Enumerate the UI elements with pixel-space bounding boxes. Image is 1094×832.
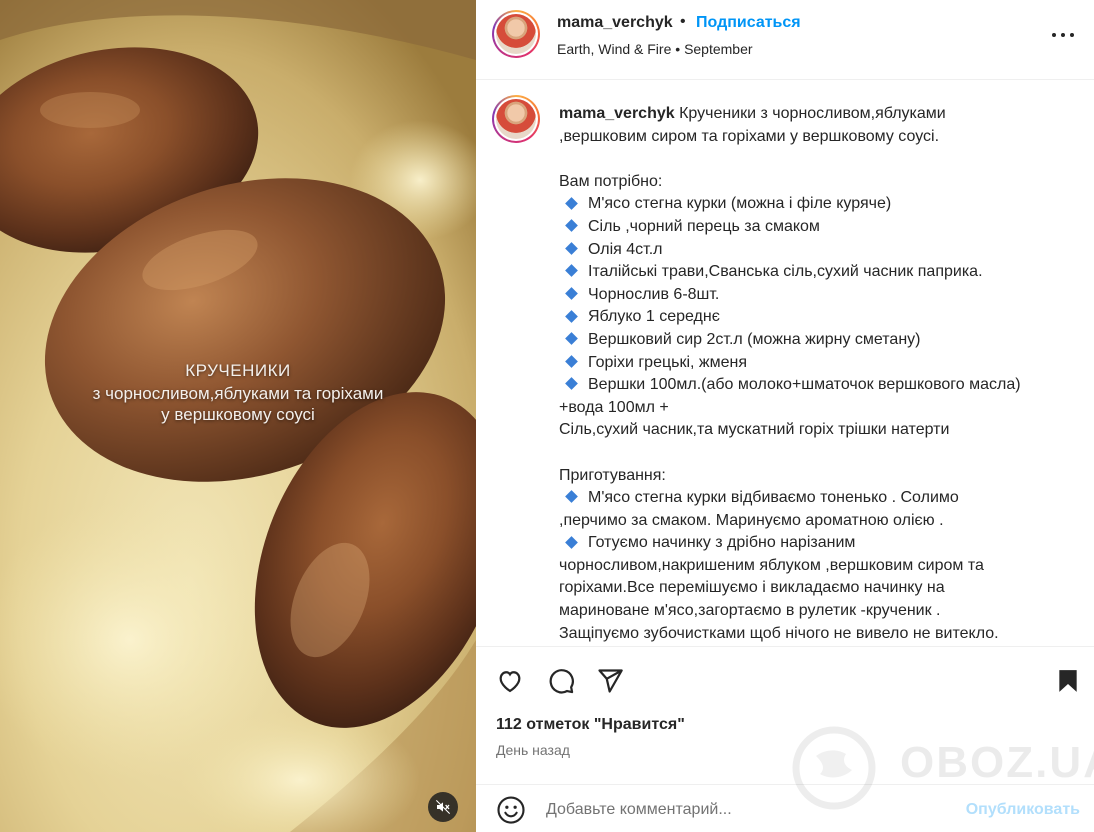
step-2-line-5: Защіпуємо зубочистками щоб нічого не вив… [559, 624, 999, 642]
ingredient-item: Італійські трави,Сванська сіль,сухий час… [559, 261, 1079, 284]
emoji-icon[interactable] [496, 795, 526, 825]
comment-bubble-icon [549, 669, 574, 694]
post-details-panel: mama_verchyk • Подписаться Earth, Wind &… [476, 0, 1094, 832]
paper-plane-icon [598, 669, 623, 693]
like-button[interactable] [494, 665, 526, 697]
blue-diamond-icon [565, 535, 578, 549]
ingredient-item: Яблуко 1 середнє [559, 306, 1079, 329]
ingredient-item: Чорнослив 6-8шт. [559, 284, 1079, 307]
comment-button[interactable] [545, 665, 577, 697]
step-2-line-4: мариноване м'ясо,загортаємо в рулетик -к… [559, 602, 941, 620]
step-2-line-2: чорносливом,накришеним яблуком ,вершкови… [559, 556, 984, 574]
author-username[interactable]: mama_verchyk [557, 14, 673, 32]
blue-diamond-icon [565, 332, 578, 346]
ingredient-item: Вершковий сир 2ст.л (можна жирну сметану… [559, 329, 1079, 352]
caption-title-2: ,вершковим сиром та горіхами у вершковом… [559, 127, 940, 145]
publish-button[interactable]: Опубликовать [966, 801, 1080, 819]
ingredient-item: Сіль ,чорний перець за смаком [559, 216, 1079, 239]
step-2-line-1: Готуємо начинку з дрібно нарізаним [559, 532, 1079, 555]
step-1-line-1: М'ясо стегна курки відбиваємо тоненько .… [559, 487, 1079, 510]
audio-location-line: Earth, Wind & Fire • September [557, 41, 753, 57]
extra-line-2: Сіль,сухий часник,та мускатний горіх трі… [559, 421, 950, 439]
location-link[interactable]: September [684, 41, 752, 57]
post-media[interactable]: КРУЧЕНИКИ з чорносливом,яблуками та горі… [0, 0, 476, 832]
comment-input[interactable] [546, 797, 946, 823]
audio-link[interactable]: Earth, Wind & Fire [557, 41, 671, 57]
post-timestamp[interactable]: День назад [496, 742, 570, 758]
author-avatar[interactable] [492, 10, 540, 58]
caption-area[interactable]: mama_verchyk Крученики з чорносливом,ябл… [476, 81, 1094, 645]
bookmark-filled-icon [1059, 670, 1077, 692]
overlay-subtitle-2: у вершковому соусі [161, 405, 315, 424]
ingredient-item: Вершки 100мл.(або молоко+шматочок вершко… [559, 374, 1079, 397]
overlay-subtitle-1: з чорносливом,яблуками та горіхами [92, 384, 384, 403]
step-2-line-3: горіхами.Все перемішуємо і викладаємо на… [559, 579, 945, 597]
blue-diamond-icon [565, 196, 578, 210]
extra-line-1: +вода 100мл + [559, 398, 669, 416]
share-button[interactable] [594, 665, 626, 697]
blue-diamond-icon [565, 377, 578, 391]
blue-diamond-icon [565, 219, 578, 233]
follow-button[interactable]: Подписаться [696, 14, 801, 32]
ingredient-item: М'ясо стегна курки (можна і філе куряче) [559, 193, 1079, 216]
blue-diamond-icon [565, 490, 578, 504]
heart-icon [499, 671, 521, 693]
action-bar [476, 646, 1094, 708]
likes-count[interactable]: 112 отметок "Нравится" [496, 716, 685, 734]
separator-dot: • [675, 41, 681, 57]
more-options-icon[interactable] [1052, 24, 1074, 46]
post-header: mama_verchyk • Подписаться Earth, Wind &… [476, 0, 1094, 80]
step-1-line-2: ,перчимо за смаком. Маринуємо ароматною … [559, 511, 944, 529]
separator-dot: • [680, 13, 686, 30]
post-caption: mama_verchyk Крученики з чорносливом,ябл… [559, 103, 1079, 645]
ingredients-heading: Вам потрібно: [559, 172, 663, 190]
caption-author-avatar[interactable] [492, 95, 540, 143]
save-button[interactable] [1052, 665, 1084, 697]
ingredient-item: Горіхи грецькі, жменя [559, 352, 1079, 375]
speaker-muted-icon [435, 799, 451, 815]
mute-toggle-button[interactable] [428, 792, 458, 822]
comment-bar: Опубликовать [476, 784, 1094, 832]
blue-diamond-icon [565, 354, 578, 368]
caption-title-1: Крученики з чорносливом,яблуками [679, 105, 946, 122]
blue-diamond-icon [565, 241, 578, 255]
blue-diamond-icon [565, 309, 578, 323]
caption-username[interactable]: mama_verchyk [559, 105, 675, 122]
overlay-title: КРУЧЕНИКИ [185, 361, 291, 380]
blue-diamond-icon [565, 264, 578, 278]
blue-diamond-icon [565, 287, 578, 300]
watermark-text: OBOZ.UA [900, 738, 1094, 787]
ingredient-item: Олія 4ст.л [559, 239, 1079, 262]
preparation-heading: Приготування: [559, 466, 666, 484]
